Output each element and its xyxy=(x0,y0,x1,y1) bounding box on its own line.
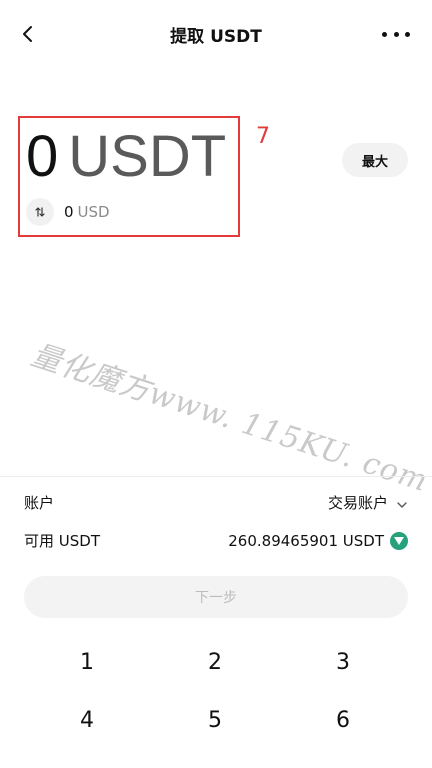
key-3[interactable]: 3 xyxy=(283,634,403,690)
swap-icon[interactable] xyxy=(26,198,54,226)
available-row: 可用 USDT 260.89465901 USDT xyxy=(24,530,408,551)
usd-value: 0 xyxy=(64,203,74,221)
next-step-button[interactable]: 下一步 xyxy=(24,576,408,618)
amount-input[interactable]: 0 USDT xyxy=(26,128,226,186)
available-label: 可用 USDT xyxy=(24,532,100,550)
more-dots-icon[interactable] xyxy=(382,22,410,46)
annotation-number: 7 xyxy=(256,124,270,149)
page-title: 提取 USDT xyxy=(170,27,262,47)
account-select[interactable]: 交易账户 xyxy=(328,492,408,513)
account-row[interactable]: 账户 交易账户 xyxy=(24,492,408,513)
amount-highlight-box: 0 USDT 0 USD xyxy=(18,116,240,237)
divider xyxy=(0,476,432,477)
key-5[interactable]: 5 xyxy=(155,692,275,748)
tether-icon xyxy=(390,531,408,550)
amount-currency: USDT xyxy=(68,124,227,189)
available-value: 260.89465901 USDT xyxy=(228,531,384,550)
account-value: 交易账户 xyxy=(327,494,388,512)
key-6[interactable]: 6 xyxy=(283,692,403,748)
key-2[interactable]: 2 xyxy=(155,634,275,690)
key-1[interactable]: 1 xyxy=(27,634,147,690)
key-4[interactable]: 4 xyxy=(27,692,147,748)
max-button[interactable]: 最大 xyxy=(342,143,408,177)
chevron-down-icon xyxy=(396,497,408,509)
amount-value: 0 xyxy=(26,124,59,189)
usd-conversion-row: 0 USD xyxy=(26,198,110,226)
watermark-text: 量化魔方www. 115KU. com xyxy=(26,337,432,500)
account-label: 账户 xyxy=(24,494,55,512)
usd-currency: USD xyxy=(77,203,110,221)
header: 提取 USDT xyxy=(0,0,432,68)
